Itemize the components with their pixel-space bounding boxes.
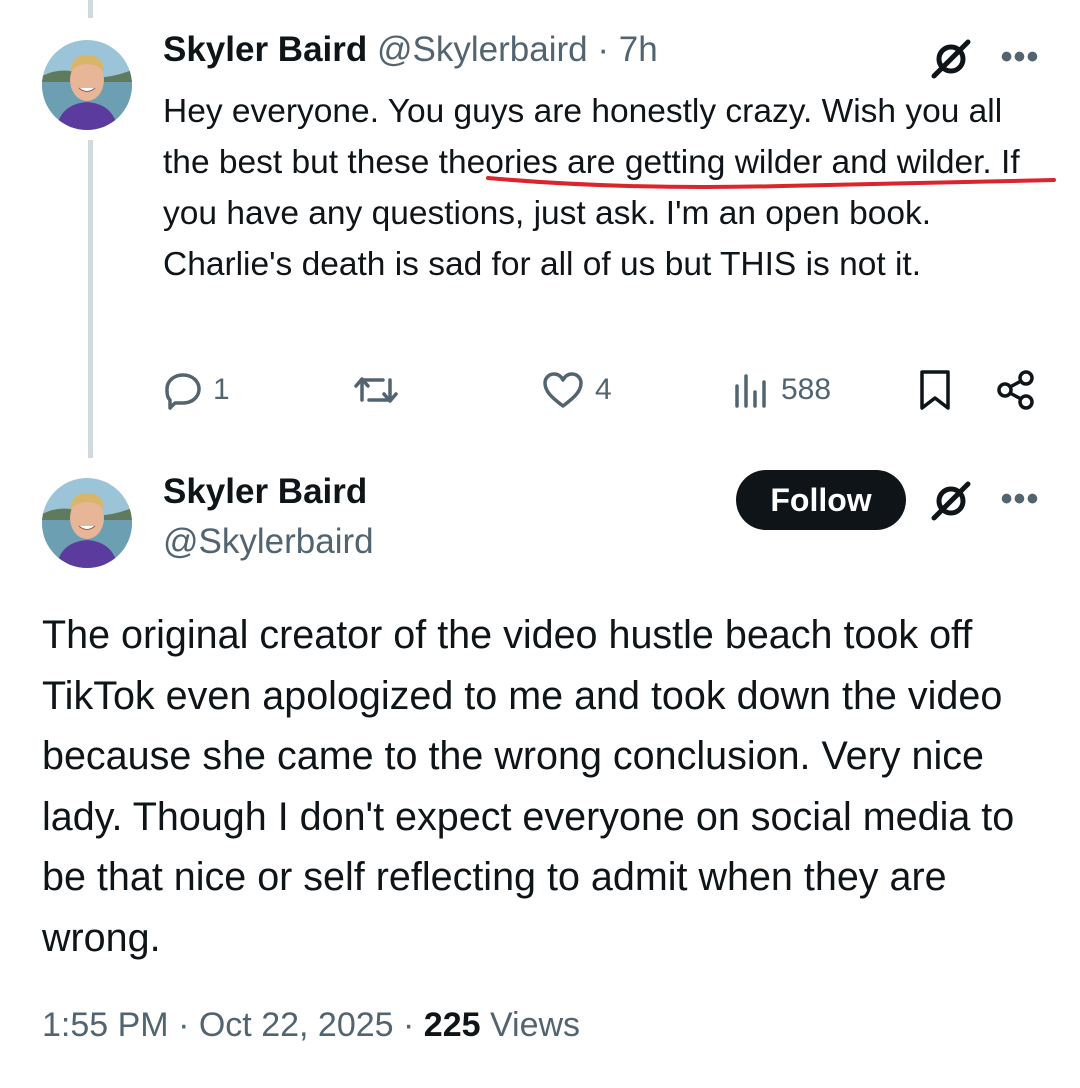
- reply-avatar[interactable]: [42, 40, 132, 130]
- repost-icon: [354, 377, 398, 403]
- main-grok-button[interactable]: [926, 476, 976, 526]
- main-display-name[interactable]: Skyler Baird: [163, 472, 367, 512]
- heart-icon: [543, 372, 583, 408]
- meta-separator: ·: [178, 1006, 190, 1044]
- grok-icon: [931, 39, 971, 79]
- share-button[interactable]: [995, 362, 1037, 418]
- meta-separator: ·: [403, 1006, 415, 1044]
- tweet-date[interactable]: Oct 22, 2025: [199, 1006, 394, 1044]
- view-count: 225: [423, 1006, 481, 1044]
- main-avatar[interactable]: [42, 478, 132, 568]
- repost-button[interactable]: [353, 362, 409, 418]
- bookmark-icon: [920, 370, 950, 410]
- main-handle[interactable]: @Skylerbaird: [163, 522, 374, 562]
- like-button[interactable]: 4: [541, 362, 612, 418]
- thread-connector-top: [88, 0, 93, 18]
- thread-connector: [88, 140, 93, 458]
- tweet-time[interactable]: 1:55 PM: [42, 1006, 169, 1044]
- reply-timestamp[interactable]: 7h: [619, 30, 658, 69]
- more-icon: •••: [1000, 479, 1040, 518]
- reply-header: Skyler Baird @Skylerbaird · 7h: [163, 30, 658, 70]
- main-more-button[interactable]: •••: [990, 474, 1050, 524]
- reply-icon: [165, 373, 201, 410]
- reply-count: 1: [213, 373, 230, 406]
- views-count: 588: [781, 373, 832, 406]
- reply-action-bar: 1 4 588: [163, 362, 1043, 418]
- avatar-photo: [42, 40, 132, 130]
- share-icon: [997, 370, 1034, 410]
- more-icon: •••: [1000, 37, 1040, 76]
- reply-more-button[interactable]: •••: [990, 32, 1050, 82]
- reply-display-name[interactable]: Skyler Baird: [163, 30, 367, 69]
- grok-icon: [931, 481, 971, 521]
- views-button[interactable]: 588: [731, 362, 831, 418]
- views-label: Views: [489, 1006, 581, 1044]
- meta-separator: ·: [597, 30, 610, 69]
- reply-handle[interactable]: @Skylerbaird: [377, 30, 588, 69]
- bookmark-button[interactable]: [915, 362, 955, 418]
- main-tweet-text: The original creator of the video hustle…: [42, 613, 1015, 960]
- reply-grok-button[interactable]: [926, 34, 976, 84]
- reply-button[interactable]: 1: [163, 362, 230, 418]
- views-icon: [735, 374, 766, 408]
- like-count: 4: [595, 373, 612, 406]
- avatar-photo: [42, 478, 132, 568]
- red-underline-annotation: [486, 176, 1056, 189]
- follow-button[interactable]: Follow: [736, 470, 906, 530]
- tweet-meta-footer: 1:55 PM · Oct 22, 2025 · 225 Views: [42, 1006, 580, 1045]
